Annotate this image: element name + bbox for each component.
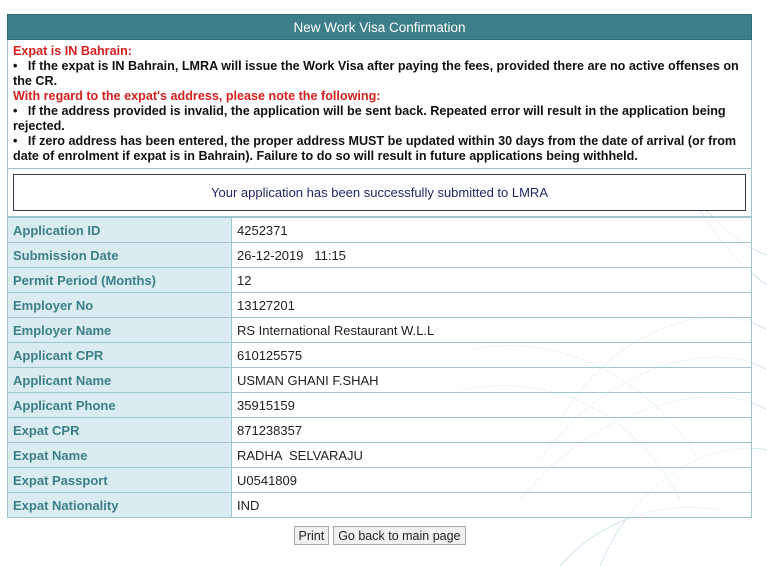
field-value: 4252371 xyxy=(231,217,752,243)
table-row: Expat CPR 871238357 xyxy=(7,417,752,443)
field-label: Permit Period (Months) xyxy=(7,267,232,293)
field-label: Applicant Phone xyxy=(7,392,232,418)
field-label: Submission Date xyxy=(7,242,232,268)
field-value: 13127201 xyxy=(231,292,752,318)
field-value: IND xyxy=(231,492,752,518)
bullet-icon: • xyxy=(13,104,28,118)
notes-bullet: • If the address provided is invalid, th… xyxy=(13,104,746,134)
notes-bullet-text: If the address provided is invalid, the … xyxy=(13,104,726,133)
field-label: Expat CPR xyxy=(7,417,232,443)
table-row: Expat Name RADHA SELVARAJU xyxy=(7,442,752,468)
table-row: Permit Period (Months) 12 xyxy=(7,267,752,293)
action-buttons: Print Go back to main page xyxy=(7,526,752,545)
field-value: USMAN GHANI F.SHAH xyxy=(231,367,752,393)
notes-bullet: • If the expat is IN Bahrain, LMRA will … xyxy=(13,59,746,89)
table-row: Expat Nationality IND xyxy=(7,492,752,518)
field-label: Applicant CPR xyxy=(7,342,232,368)
notes-heading-address: With regard to the expat's address, plea… xyxy=(13,89,381,103)
notes-bullet-text: If zero address has been entered, the pr… xyxy=(13,134,737,163)
table-row: Submission Date 26-12-2019 11:15 xyxy=(7,242,752,268)
field-value: U0541809 xyxy=(231,467,752,493)
table-row: Applicant Phone 35915159 xyxy=(7,392,752,418)
success-row: Your application has been successfully s… xyxy=(7,168,752,217)
field-label: Application ID xyxy=(7,217,232,243)
notes-bullet-text: If the expat is IN Bahrain, LMRA will is… xyxy=(13,59,739,88)
notes-section: Expat is IN Bahrain: • If the expat is I… xyxy=(7,40,752,168)
table-row: Application ID 4252371 xyxy=(7,217,752,243)
table-row: Employer Name RS International Restaurant… xyxy=(7,317,752,343)
field-label: Employer Name xyxy=(7,317,232,343)
print-button[interactable]: Print xyxy=(293,526,330,545)
back-to-main-button[interactable]: Go back to main page xyxy=(333,526,466,545)
field-value: 871238357 xyxy=(231,417,752,443)
table-row: Expat Passport U0541809 xyxy=(7,467,752,493)
panel-title: New Work Visa Confirmation xyxy=(7,14,752,40)
field-value: RADHA SELVARAJU xyxy=(231,442,752,468)
field-label: Expat Name xyxy=(7,442,232,468)
success-message: Your application has been successfully s… xyxy=(13,174,746,211)
field-value: 26-12-2019 11:15 xyxy=(231,242,752,268)
bullet-icon: • xyxy=(13,59,28,73)
bullet-icon: • xyxy=(13,134,28,148)
details-table: Application ID 4252371 Submission Date 26-… xyxy=(7,217,752,518)
field-value: 610125575 xyxy=(231,342,752,368)
field-value: 12 xyxy=(231,267,752,293)
field-label: Expat Nationality xyxy=(7,492,232,518)
field-label: Expat Passport xyxy=(7,467,232,493)
field-value: RS International Restaurant W.L.L xyxy=(231,317,752,343)
confirmation-panel: New Work Visa Confirmation Expat is IN B… xyxy=(7,14,752,545)
field-label: Applicant Name xyxy=(7,367,232,393)
table-row: Employer No 13127201 xyxy=(7,292,752,318)
table-row: Applicant CPR 610125575 xyxy=(7,342,752,368)
field-value: 35915159 xyxy=(231,392,752,418)
notes-heading-in-bahrain: Expat is IN Bahrain: xyxy=(13,44,132,58)
field-label: Employer No xyxy=(7,292,232,318)
notes-bullet: • If zero address has been entered, the … xyxy=(13,134,746,164)
table-row: Applicant Name USMAN GHANI F.SHAH xyxy=(7,367,752,393)
